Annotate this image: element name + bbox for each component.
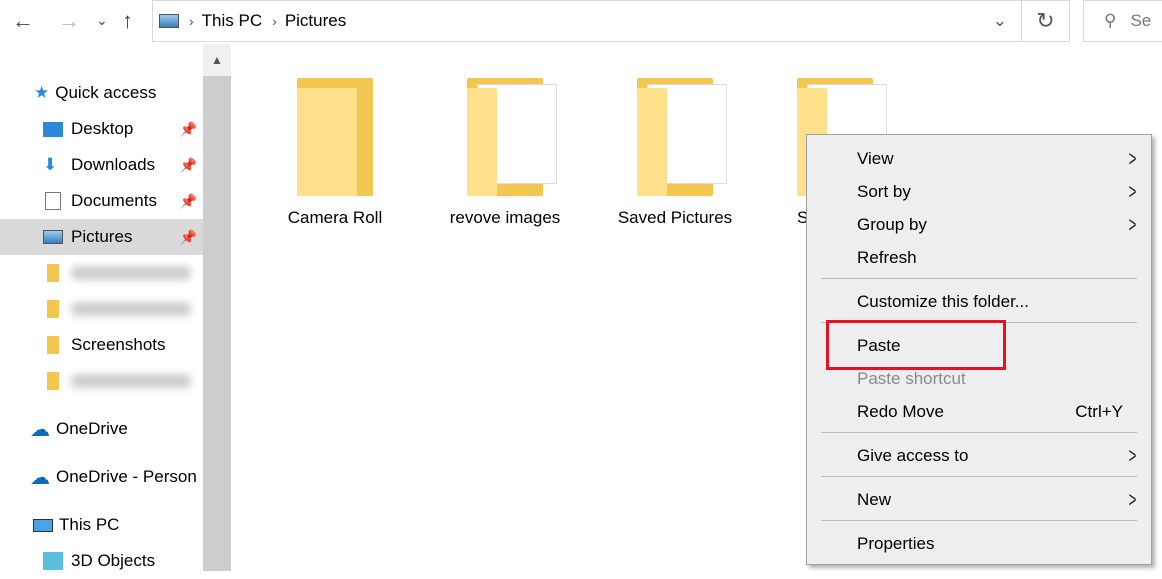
sidebar-item-desktop[interactable]: Desktop 📌 xyxy=(0,111,203,147)
chevron-right-icon: > xyxy=(1128,145,1137,171)
breadcrumb-this-pc[interactable]: This PC xyxy=(202,11,262,31)
sidebar-item-onedrive-personal[interactable]: ☁ OneDrive - Person xyxy=(0,459,203,495)
cloud-icon: ☁ xyxy=(30,466,50,489)
folder-icon xyxy=(637,74,727,200)
document-icon xyxy=(45,192,61,210)
toolbar: ← → ⌄ ↑ › This PC › Pictures ⌄ ↻ ⚲ Se xyxy=(0,0,1162,44)
scroll-up-icon[interactable]: ▲ xyxy=(203,44,231,76)
sidebar-item-screenshots[interactable]: Screenshots xyxy=(0,327,203,363)
search-input[interactable]: ⚲ Se xyxy=(1083,0,1162,42)
folder-saved-pictures[interactable]: Saved Pictures xyxy=(600,74,750,228)
cloud-icon: ☁ xyxy=(30,418,50,441)
search-icon: ⚲ xyxy=(1104,11,1117,30)
folder-icon xyxy=(47,372,59,390)
menu-separator xyxy=(821,432,1137,433)
sidebar-item-onedrive[interactable]: ☁ OneDrive xyxy=(0,411,203,447)
sidebar-item-pictures[interactable]: Pictures 📌 xyxy=(0,219,203,255)
chevron-right-icon: > xyxy=(1128,178,1137,204)
sidebar-item-downloads[interactable]: ⬇ Downloads 📌 xyxy=(0,147,203,183)
recent-locations-button[interactable]: ⌄ xyxy=(96,12,108,29)
sidebar-item-3d-objects[interactable]: 3D Objects xyxy=(0,543,203,579)
desktop-icon xyxy=(43,121,63,137)
refresh-button[interactable]: ↻ xyxy=(1022,0,1070,42)
chevron-right-icon: › xyxy=(189,13,194,29)
forward-button[interactable]: → xyxy=(58,8,80,34)
computer-icon xyxy=(33,518,53,532)
address-bar[interactable]: › This PC › Pictures ⌄ xyxy=(152,0,1022,42)
sidebar-item-documents[interactable]: Documents 📌 xyxy=(0,183,203,219)
download-icon: ⬇ xyxy=(43,155,58,174)
breadcrumb-pictures[interactable]: Pictures xyxy=(285,11,346,31)
sidebar-item-blurred[interactable] xyxy=(0,255,203,291)
chevron-right-icon: › xyxy=(272,13,277,29)
back-button[interactable]: ← xyxy=(12,8,34,34)
chevron-right-icon: > xyxy=(1128,442,1137,468)
folder-icon xyxy=(47,300,59,318)
chevron-down-icon[interactable]: ⌄ xyxy=(993,11,1007,31)
menu-item-new[interactable]: New > xyxy=(807,483,1151,516)
sidebar-item-blurred[interactable] xyxy=(0,363,203,399)
up-button[interactable]: ↑ xyxy=(122,8,133,34)
pictures-icon xyxy=(43,230,63,244)
pin-icon[interactable]: 📌 xyxy=(180,193,197,210)
menu-item-group-by[interactable]: Group by > xyxy=(807,208,1151,241)
menu-separator xyxy=(821,476,1137,477)
menu-item-redo-move[interactable]: Redo Move Ctrl+Y xyxy=(807,395,1151,428)
menu-item-customize[interactable]: Customize this folder... xyxy=(807,285,1151,318)
star-icon: ★ xyxy=(34,83,50,102)
navigation-pane: ★ Quick access Desktop 📌 ⬇ Downloads 📌 Docum… xyxy=(0,44,203,571)
paste-highlight-box xyxy=(826,320,1006,370)
menu-item-view[interactable]: View > xyxy=(807,142,1151,175)
chevron-right-icon: > xyxy=(1128,211,1137,237)
menu-separator xyxy=(821,278,1137,279)
pin-icon[interactable]: 📌 xyxy=(180,229,197,246)
pin-icon[interactable]: 📌 xyxy=(180,121,197,138)
sidebar-item-quick-access[interactable]: ★ Quick access xyxy=(0,75,203,111)
sidebar-item-this-pc[interactable]: This PC xyxy=(0,507,203,543)
menu-separator xyxy=(821,520,1137,521)
menu-item-properties[interactable]: Properties xyxy=(807,527,1151,560)
folder-icon xyxy=(47,264,59,282)
cube-icon xyxy=(43,552,63,570)
folder-icon xyxy=(467,74,557,200)
menu-item-give-access[interactable]: Give access to > xyxy=(807,439,1151,472)
menu-item-sort-by[interactable]: Sort by > xyxy=(807,175,1151,208)
chevron-right-icon: > xyxy=(1128,486,1137,512)
folder-icon xyxy=(297,74,373,200)
folder-icon xyxy=(47,336,59,354)
sidebar-item-blurred[interactable] xyxy=(0,291,203,327)
folder-revove-images[interactable]: revove images xyxy=(430,74,580,228)
folder-camera-roll[interactable]: Camera Roll xyxy=(260,74,410,228)
menu-item-refresh[interactable]: Refresh xyxy=(807,241,1151,274)
pin-icon[interactable]: 📌 xyxy=(180,157,197,174)
pictures-icon xyxy=(159,14,179,28)
sidebar-scrollbar[interactable]: ▲ xyxy=(203,44,231,571)
